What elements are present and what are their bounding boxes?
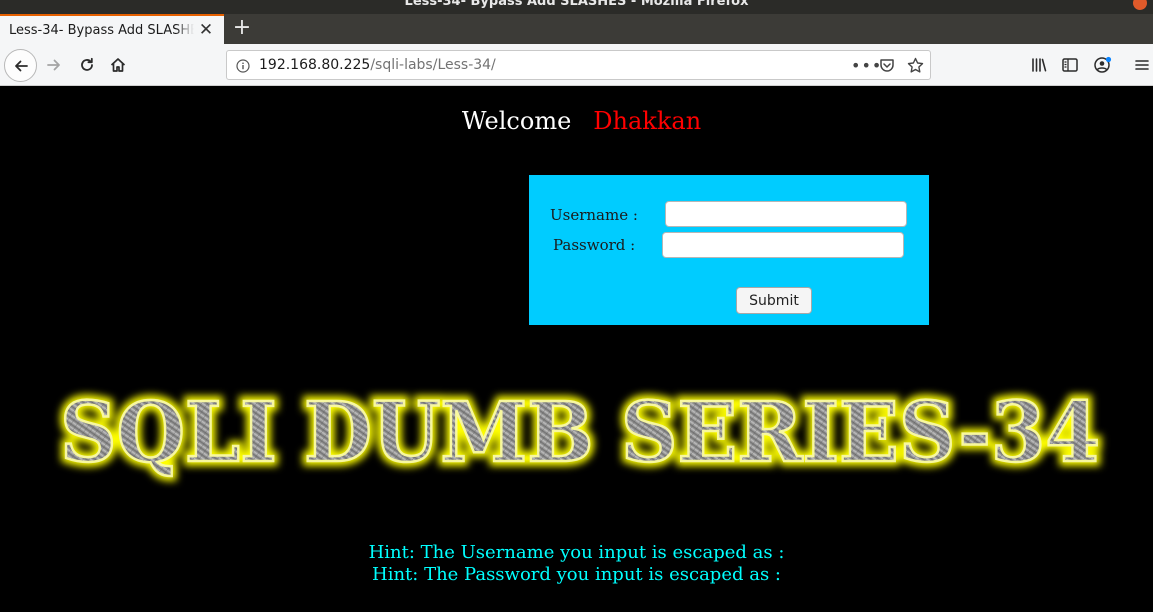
url-text[interactable]: 192.168.80.225/sqli-labs/Less-34/ <box>259 57 496 73</box>
library-icon[interactable] <box>1030 56 1048 74</box>
welcome-name: Dhakkan <box>593 107 702 135</box>
new-tab-icon[interactable]: + <box>230 16 254 40</box>
username-hint: Hint: The Username you input is escaped … <box>368 542 785 563</box>
password-input[interactable] <box>662 232 904 258</box>
home-icon[interactable] <box>108 55 128 75</box>
series-banner: SQLI DUMB SERIES-34 SQLI DUMB SERIES-34 <box>0 377 1153 492</box>
window-title: Less-34- Bypass Add SLASHES - Mozilla Fi… <box>404 0 749 9</box>
welcome-text: Welcome <box>461 107 572 135</box>
banner-text: SQLI DUMB SERIES-34 <box>60 385 1100 481</box>
sidebar-icon[interactable] <box>1061 56 1079 74</box>
login-form: Username : Password : Submit <box>529 175 929 325</box>
tab-active[interactable]: Less-34- Bypass Add SLASHES ✕ <box>0 14 224 44</box>
password-hint: Hint: The Password you input is escaped … <box>372 564 781 585</box>
welcome-heading: Welcome Dhakkan <box>0 107 1153 135</box>
navigation-toolbar: 192.168.80.225/sqli-labs/Less-34/ ••• <box>0 44 1153 86</box>
info-icon[interactable] <box>236 58 250 77</box>
hints-block: Hint: The Username you input is escaped … <box>0 542 1153 586</box>
star-icon[interactable] <box>907 57 924 78</box>
tab-strip: Less-34- Bypass Add SLASHES ✕ + <box>0 14 1153 44</box>
account-icon[interactable] <box>1093 55 1113 75</box>
page-content: Welcome Dhakkan Username : Password : Sub… <box>0 87 1153 612</box>
series-banner-graphic: SQLI DUMB SERIES-34 SQLI DUMB SERIES-34 <box>55 380 1105 486</box>
address-bar[interactable]: 192.168.80.225/sqli-labs/Less-34/ ••• <box>226 50 931 80</box>
forward-arrow-icon[interactable] <box>44 55 64 75</box>
tab-title: Less-34- Bypass Add SLASHES <box>9 22 194 38</box>
username-input[interactable] <box>665 201 907 227</box>
hamburger-menu-icon[interactable] <box>1133 56 1151 74</box>
reload-icon[interactable] <box>77 55 97 75</box>
url-host: 192.168.80.225 <box>259 57 371 73</box>
back-arrow-icon[interactable] <box>4 49 37 82</box>
pocket-icon[interactable] <box>879 57 895 77</box>
url-path: /sqli-labs/Less-34/ <box>370 57 496 73</box>
submit-button[interactable]: Submit <box>736 287 812 314</box>
username-label: Username : <box>550 206 638 224</box>
tab-close-icon[interactable]: ✕ <box>197 21 215 39</box>
ellipsis-icon[interactable]: ••• <box>851 56 882 75</box>
password-label: Password : <box>553 236 636 254</box>
window-titlebar: Less-34- Bypass Add SLASHES - Mozilla Fi… <box>0 0 1153 14</box>
